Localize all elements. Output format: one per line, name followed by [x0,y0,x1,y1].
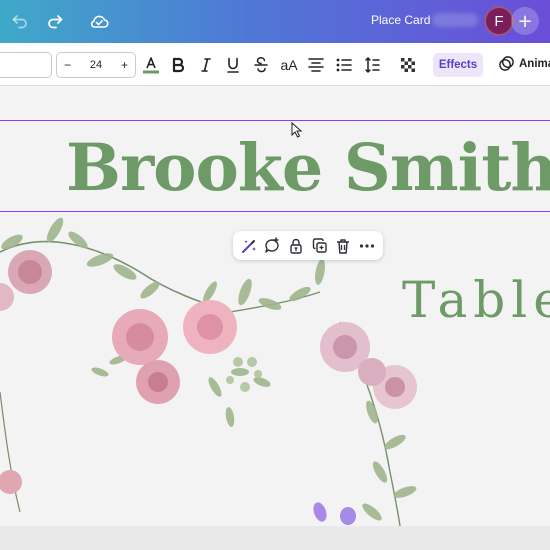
add-comment-icon[interactable] [263,236,281,255]
font-size-decrease-button[interactable]: − [64,58,71,72]
font-size-stepper: − 24 + [56,52,136,78]
font-family-select[interactable] [0,52,52,78]
italic-icon[interactable] [196,55,216,75]
share-add-button[interactable]: + [511,7,539,35]
font-size-increase-button[interactable]: + [121,58,128,72]
animate-icon [499,56,514,71]
guest-name-text[interactable]: Brooke Smith [66,126,550,210]
font-size-input[interactable]: 24 [90,59,102,71]
animate-button[interactable]: Anima [498,55,550,72]
editor-header: Place Card F + [0,0,550,43]
user-avatar[interactable]: F [484,6,514,36]
delete-icon[interactable] [334,237,352,255]
redo-icon[interactable] [45,11,65,31]
cloud-saved-icon[interactable] [88,11,110,31]
transparency-icon[interactable] [398,55,418,75]
undo-icon[interactable] [10,11,30,31]
element-context-toolbar [233,231,383,260]
magic-edit-icon[interactable] [240,237,258,255]
text-color-icon[interactable] [141,55,161,75]
bold-icon[interactable] [168,55,188,75]
underline-icon[interactable] [223,55,243,75]
lock-icon[interactable] [287,237,305,255]
text-case-button[interactable]: aA [278,55,300,75]
bullet-list-icon[interactable] [334,55,354,75]
align-center-icon[interactable] [306,55,326,75]
canvas-footer [0,526,550,550]
more-options-icon[interactable] [358,237,376,255]
strikethrough-icon[interactable] [251,55,271,75]
animate-label: Anima [519,57,550,70]
table-label-text[interactable]: Table [402,270,550,330]
text-toolbar: − 24 + aA Effects Anima [0,43,550,86]
document-title[interactable]: Place Card [371,13,430,27]
mouse-cursor-icon [291,122,303,138]
effects-button[interactable]: Effects [433,53,483,77]
duplicate-icon[interactable] [311,237,329,255]
blurred-status [432,13,478,27]
line-spacing-icon[interactable] [362,55,382,75]
